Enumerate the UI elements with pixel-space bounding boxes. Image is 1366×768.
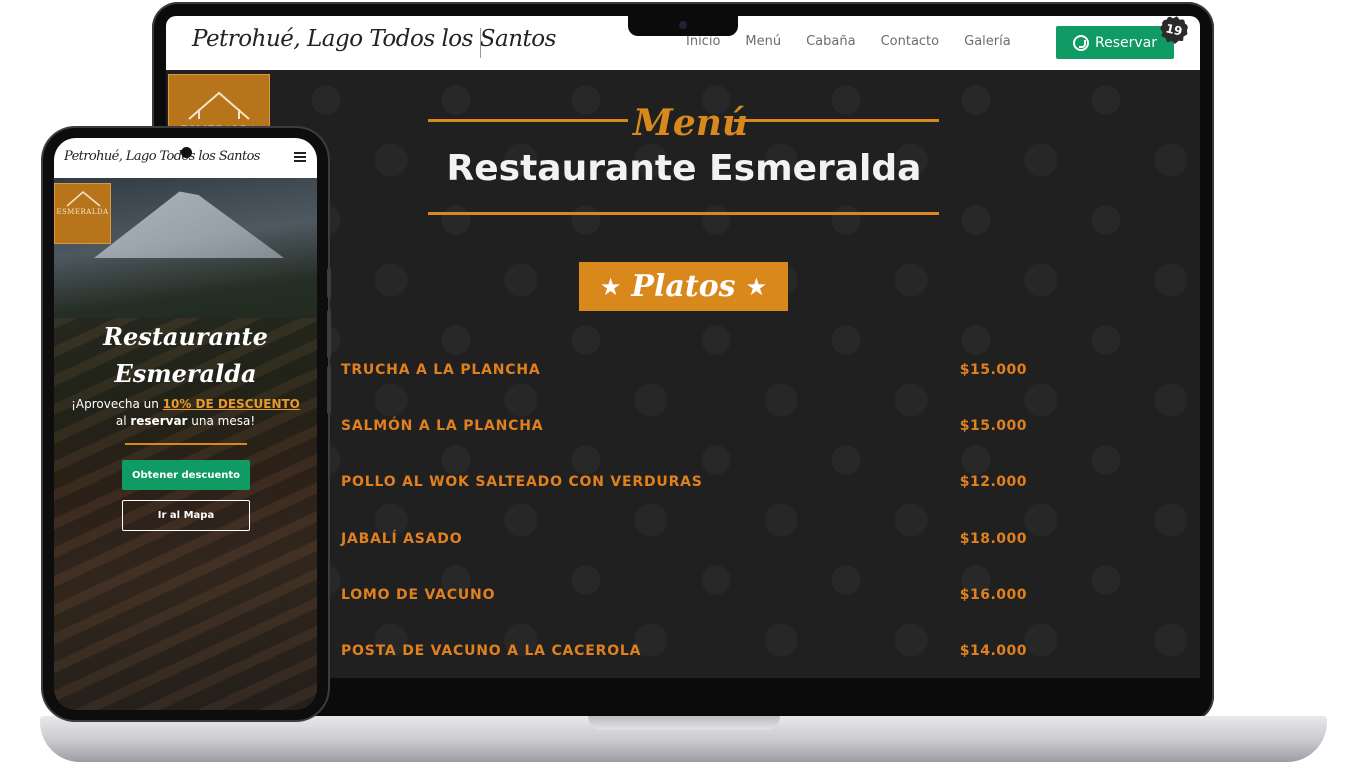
hero-section: ESMERALDA Restaurante Esmeralda ¡Aprovec…: [54, 178, 317, 710]
whatsapp-icon: [1073, 34, 1089, 51]
dish-name: LOMO DE VACUNO: [341, 587, 496, 603]
get-discount-button[interactable]: Obtener descuento: [122, 460, 250, 490]
map-button[interactable]: Ir al Mapa: [122, 500, 250, 531]
promo-pre: ¡Aprovecha un: [71, 397, 163, 411]
house-icon: [188, 91, 250, 120]
site-brand[interactable]: Petrohué, Lago Todos los Santos: [64, 149, 260, 164]
title-rule-bottom: [428, 212, 939, 215]
dish-name: POSTA DE VACUNO A LA CACEROLA: [341, 643, 642, 659]
promo-divider: [125, 443, 247, 445]
mobile-navbar: Petrohué, Lago Todos los Santos: [54, 138, 317, 178]
section-banner: ★ Platos ★: [579, 262, 788, 311]
phone-side-button: [327, 310, 331, 358]
laptop-groove: [588, 716, 780, 730]
title-rule-right: [734, 119, 939, 122]
dish-price: $15.000: [959, 418, 1027, 434]
menu-script-heading: Menú: [633, 102, 749, 144]
dish-name: POLLO AL WOK SALTEADO CON VERDURAS: [341, 474, 703, 490]
section-label: Platos: [631, 269, 736, 304]
dish-price: $18.000: [959, 531, 1027, 547]
camera-icon: [679, 21, 687, 29]
hamburger-menu-icon[interactable]: [294, 152, 306, 162]
site-brand[interactable]: Petrohué, Lago Todos los Santos: [192, 26, 556, 52]
dish-name: TRUCHA A LA PLANCHA: [341, 362, 541, 378]
promo-post: una mesa!: [187, 414, 256, 428]
house-icon: [66, 191, 101, 207]
dish-name: SALMÓN A LA PLANCHA: [341, 418, 544, 434]
title-rule-left: [428, 119, 628, 122]
promo-bold: reservar: [130, 414, 188, 428]
hero-title-line1: Restaurante: [103, 322, 268, 351]
dish-row: POSTA DE VACUNO A LA CACEROLA $14.000: [341, 643, 1027, 663]
restaurant-title: Restaurante Esmeralda: [446, 148, 922, 189]
logo-text: ESMERALDA: [56, 208, 109, 216]
phone-side-button: [327, 268, 331, 298]
reserve-label: Reservar: [1095, 34, 1157, 51]
mobile-site: Petrohué, Lago Todos los Santos ESMERALD…: [54, 138, 317, 710]
dish-name: JABALÍ ASADO: [341, 531, 463, 547]
nav-link-menu[interactable]: Menú: [745, 34, 781, 49]
dish-price: $14.000: [959, 643, 1027, 659]
camera-icon: [181, 147, 192, 158]
nav-link-inicio[interactable]: Inicio: [686, 34, 720, 49]
nav-link-galeria[interactable]: Galería: [964, 34, 1011, 49]
dish-row: SALMÓN A LA PLANCHA $15.000: [341, 418, 1027, 438]
dish-row: LOMO DE VACUNO $16.000: [341, 587, 1027, 607]
mountain-image: [94, 191, 284, 258]
dish-price: $12.000: [959, 474, 1027, 490]
reserve-button[interactable]: Reservar: [1056, 26, 1174, 59]
dish-row: JABALÍ ASADO $18.000: [341, 531, 1027, 551]
promo-highlight: 10% DE DESCUENTO: [162, 397, 300, 411]
nav-link-contacto[interactable]: Contacto: [881, 34, 940, 49]
laptop-notch: [628, 16, 738, 36]
nav-link-cabana[interactable]: Cabaña: [806, 34, 855, 49]
logo[interactable]: ESMERALDA: [54, 183, 111, 244]
nav-links: Inicio Menú Cabaña Contacto Galería: [686, 34, 1011, 49]
star-icon: ★: [599, 272, 622, 301]
star-icon: ★: [745, 272, 768, 301]
promo-text: ¡Aprovecha un 10% DE DESCUENTO al reserv…: [64, 396, 307, 430]
dish-row: TRUCHA A LA PLANCHA $15.000: [341, 362, 1027, 382]
hero-title: Restaurante Esmeralda: [54, 318, 317, 392]
hero-title-line2: Esmeralda: [114, 359, 257, 388]
dish-price: $16.000: [959, 587, 1027, 603]
phone-side-button: [327, 366, 331, 414]
promo-mid: al: [115, 414, 131, 428]
dish-row: POLLO AL WOK SALTEADO CON VERDURAS $12.0…: [341, 474, 1027, 494]
dish-price: $15.000: [959, 362, 1027, 378]
brand-divider: [480, 28, 481, 58]
